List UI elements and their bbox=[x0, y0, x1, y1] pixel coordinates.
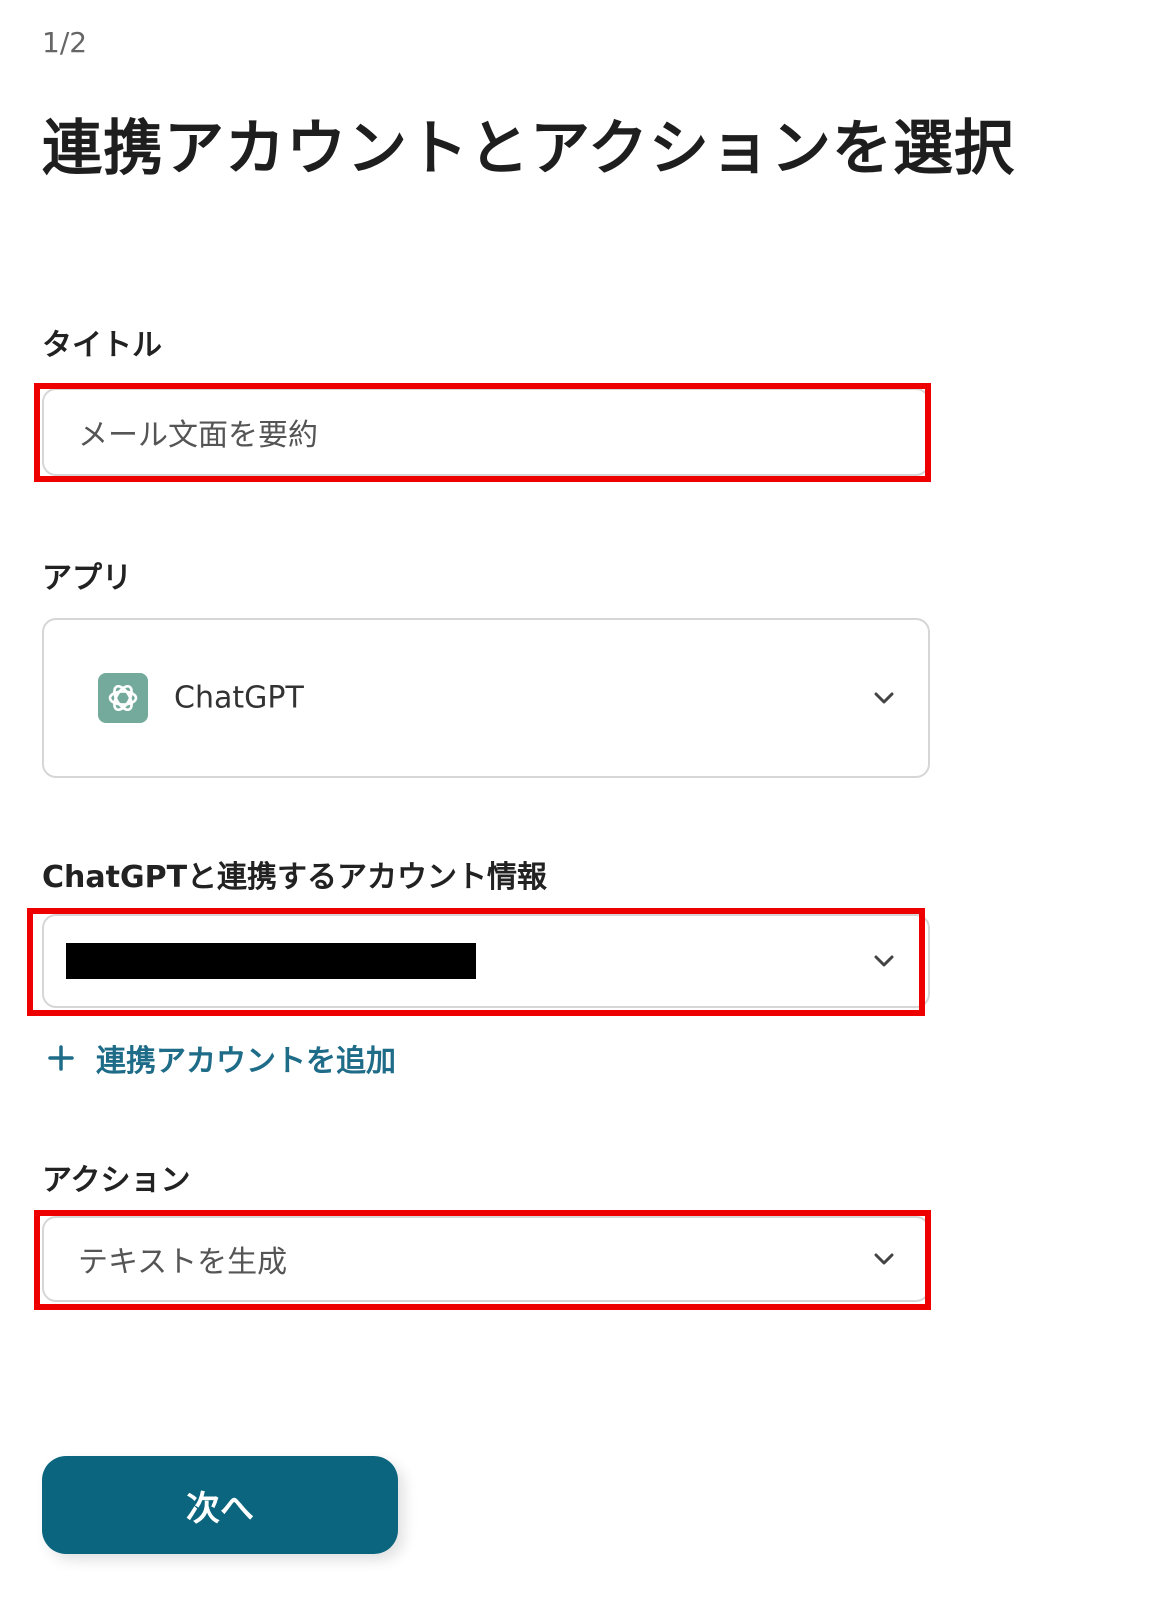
chatgpt-logo-icon bbox=[98, 673, 148, 723]
account-select[interactable] bbox=[42, 914, 930, 1008]
next-button[interactable]: 次へ bbox=[42, 1456, 398, 1554]
title-input-value: メール文面を要約 bbox=[78, 418, 318, 453]
app-select-value: ChatGPT bbox=[174, 680, 304, 716]
action-select[interactable]: テキストを生成 bbox=[42, 1216, 930, 1302]
chevron-down-icon bbox=[874, 1253, 894, 1265]
action-select-value: テキストを生成 bbox=[78, 1245, 288, 1280]
title-label: タイトル bbox=[42, 328, 162, 363]
add-account-link[interactable]: 連携アカウントを追加 bbox=[48, 1036, 396, 1080]
step-indicator: 1/2 bbox=[42, 26, 88, 59]
title-input[interactable]: メール文面を要約 bbox=[42, 388, 930, 476]
add-account-label: 連携アカウントを追加 bbox=[96, 1044, 396, 1079]
app-select[interactable]: ChatGPT bbox=[42, 618, 930, 778]
plus-icon bbox=[48, 1045, 74, 1071]
app-label: アプリ bbox=[42, 561, 132, 596]
chevron-down-icon bbox=[874, 692, 894, 704]
redacted-account-value bbox=[66, 943, 476, 979]
action-label: アクション bbox=[42, 1163, 191, 1198]
page-title: 連携アカウントとアクションを選択 bbox=[42, 114, 1015, 184]
chevron-down-icon bbox=[874, 955, 894, 967]
account-label: ChatGPTと連携するアカウント情報 bbox=[42, 860, 548, 895]
